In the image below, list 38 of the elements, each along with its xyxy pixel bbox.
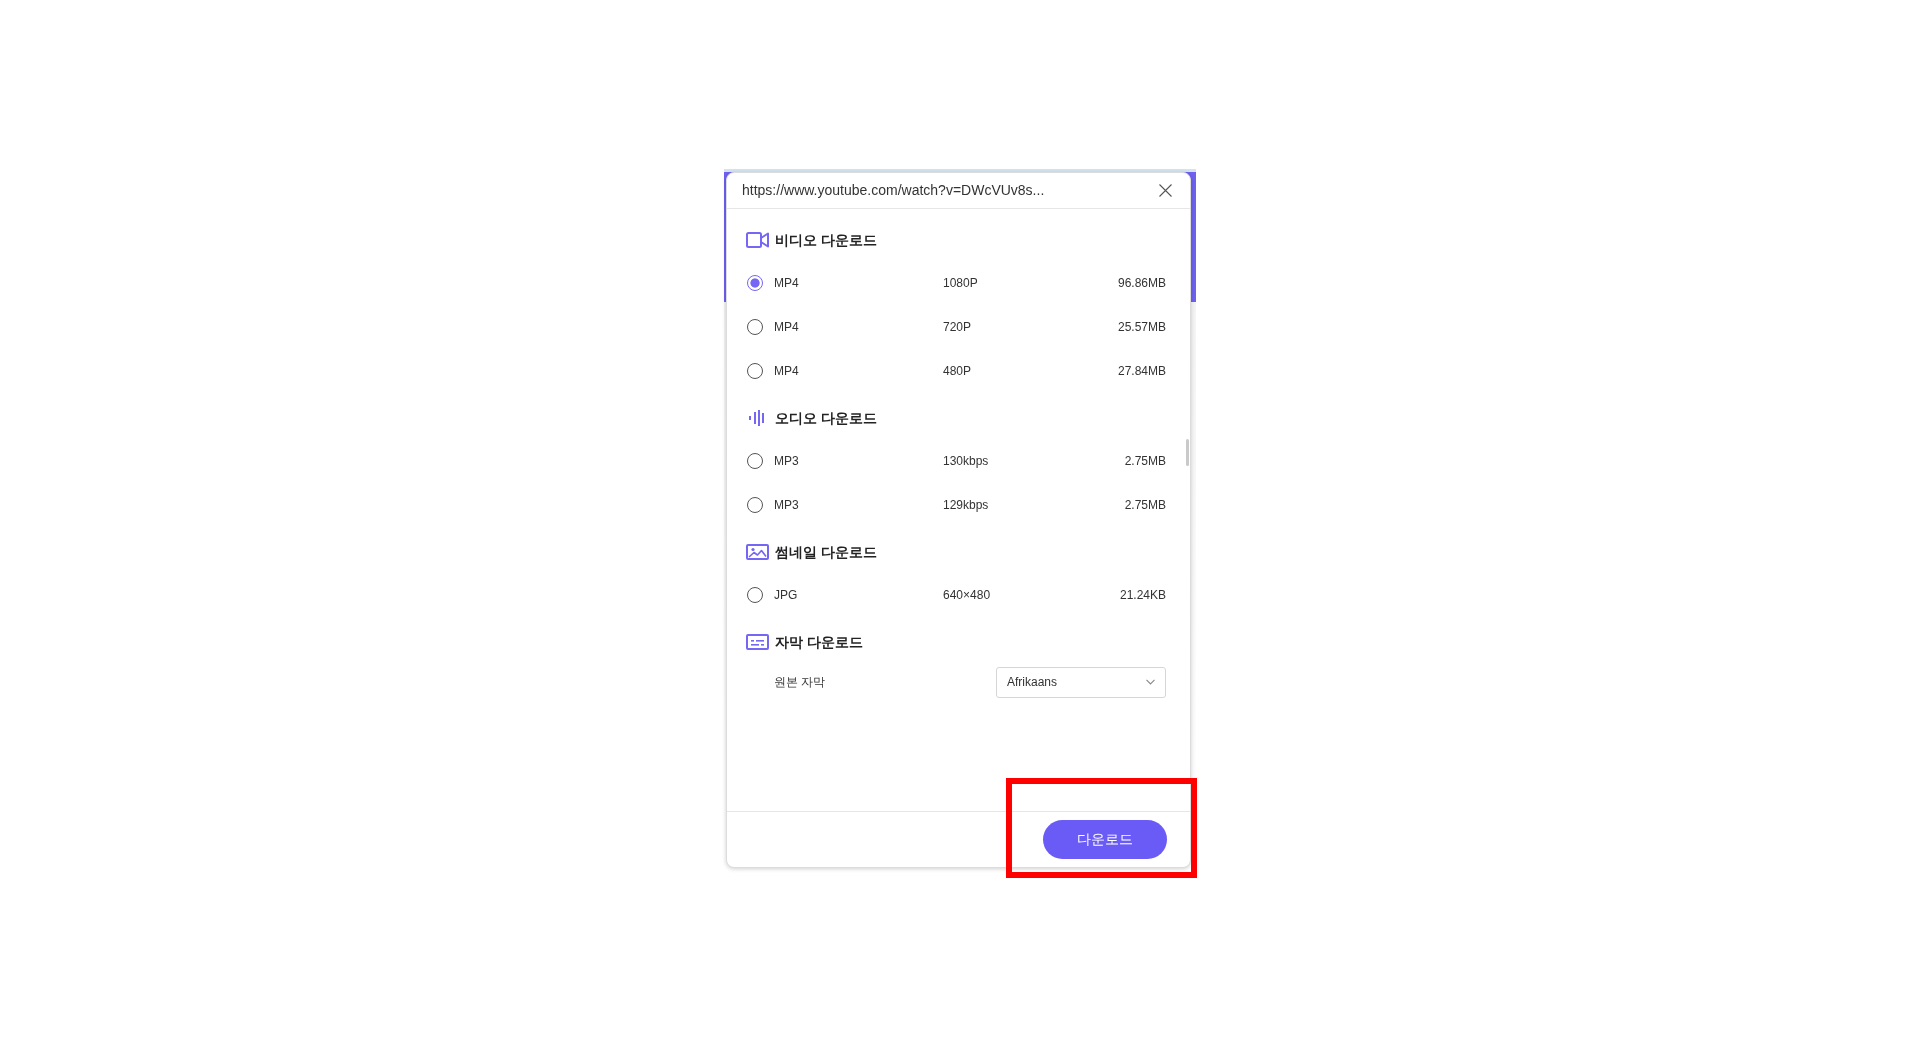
quality-label: 1080P — [943, 275, 979, 292]
size-label: 2.75MB — [1124, 453, 1166, 470]
radio-button[interactable] — [747, 497, 763, 513]
size-label: 21.24KB — [1119, 587, 1166, 604]
subtitles-icon — [746, 634, 769, 650]
format-label: JPG — [774, 587, 799, 604]
picture-icon — [746, 544, 769, 560]
quality-label: 640×480 — [943, 587, 992, 604]
chevron-down-icon — [1146, 679, 1155, 685]
size-label: 25.57MB — [1117, 319, 1166, 336]
radio-button[interactable] — [747, 453, 763, 469]
size-label: 27.84MB — [1117, 363, 1166, 380]
field-label: 원본 자막 — [774, 674, 827, 691]
format-label: MP4 — [774, 275, 800, 292]
format-label: MP3 — [774, 497, 800, 514]
download-button[interactable]: 다운로드 — [1043, 820, 1167, 859]
scrollbar-thumb[interactable] — [1186, 439, 1189, 466]
section-title: 썸네일 다운로드 — [775, 542, 877, 562]
section-title: 자막 다운로드 — [775, 632, 863, 652]
quality-label: 130kbps — [943, 453, 990, 470]
section-title: 오디오 다운로드 — [775, 408, 877, 428]
radio-button[interactable] — [747, 587, 763, 603]
quality-label: 129kbps — [943, 497, 990, 514]
size-label: 96.86MB — [1117, 275, 1166, 292]
format-label: MP4 — [774, 319, 800, 336]
video-url: https://www.youtube.com/watch?v=DWcVUv8s... — [742, 181, 1045, 200]
close-icon[interactable] — [1159, 184, 1172, 197]
radio-button[interactable] — [747, 363, 763, 379]
format-label: MP3 — [774, 453, 800, 470]
radio-button[interactable] — [747, 275, 763, 291]
format-label: MP4 — [774, 363, 800, 380]
size-label: 2.75MB — [1124, 497, 1166, 514]
language-dropdown[interactable]: Afrikaans — [996, 666, 1166, 698]
quality-label: 480P — [943, 363, 973, 380]
radio-button[interactable] — [747, 319, 763, 335]
quality-label: 720P — [943, 319, 973, 336]
video-camera-icon — [746, 232, 769, 248]
section-title: 비디오 다운로드 — [775, 230, 877, 250]
